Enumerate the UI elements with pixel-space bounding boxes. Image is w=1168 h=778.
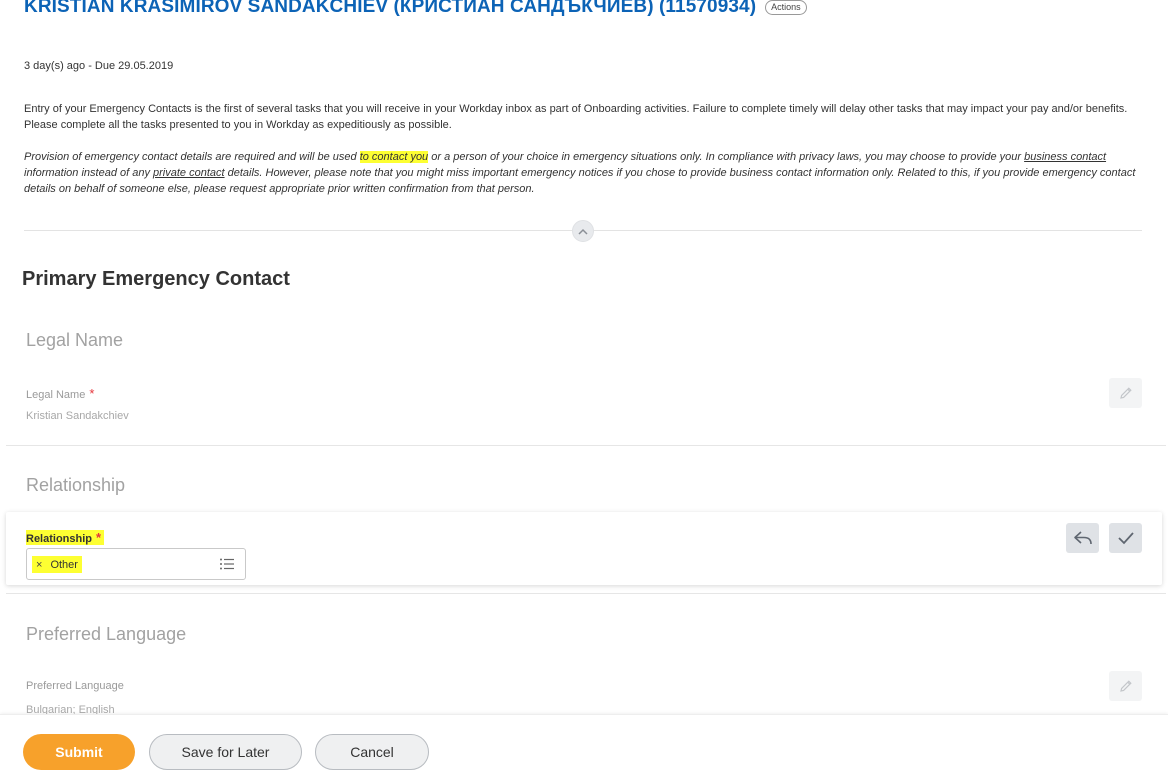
selected-relationship-pill: × Other (32, 556, 82, 573)
close-icon[interactable]: × (36, 559, 42, 571)
instructions-text: information instead of any (24, 167, 154, 179)
actions-button[interactable]: Actions (765, 0, 807, 15)
page-header: KRISTIAN KRASIMIROV SANDAKCHIEV (КРИСТИА… (24, 0, 807, 19)
separator (6, 593, 1166, 594)
section-title: Primary Emergency Contact (22, 268, 290, 290)
submit-button[interactable]: Submit (23, 734, 135, 770)
underlined-text: business contact (1024, 151, 1107, 163)
save-for-later-button[interactable]: Save for Later (149, 734, 302, 770)
relationship-prompt-field[interactable]: × Other (26, 548, 246, 580)
instructions-text: Provision of emergency contact details a… (24, 151, 360, 163)
selected-relationship-text: Other (50, 558, 78, 571)
highlighted-text: to contact you (359, 151, 429, 163)
undo-icon (1073, 531, 1092, 545)
required-marker: * (96, 530, 102, 545)
instructions-paragraph-1: Entry of your Emergency Contacts is the … (24, 103, 1128, 131)
pencil-icon (1119, 680, 1132, 692)
undo-button[interactable] (1066, 523, 1099, 553)
relationship-label-text: Relationship (26, 533, 93, 545)
list-icon[interactable] (219, 557, 235, 571)
legal-name-label: Legal Name * (26, 386, 94, 401)
cancel-button[interactable]: Cancel (315, 734, 429, 770)
confirm-button[interactable] (1109, 523, 1142, 553)
legal-name-label-text: Legal Name (26, 389, 86, 401)
instructions-paragraph-2: Provision of emergency contact details a… (24, 149, 1144, 197)
edit-preferred-language-button[interactable] (1109, 671, 1142, 701)
relationship-group-title: Relationship (26, 475, 126, 495)
preferred-language-label: Preferred Language (26, 680, 124, 692)
separator (6, 445, 1166, 446)
checkmark-icon (1117, 532, 1134, 545)
legal-name-group-title: Legal Name (26, 330, 124, 350)
edit-legal-name-button[interactable] (1109, 378, 1142, 408)
relationship-label: Relationship * (26, 530, 105, 545)
required-marker: * (89, 386, 95, 401)
page-title: KRISTIAN KRASIMIROV SANDAKCHIEV (КРИСТИА… (24, 0, 757, 17)
pencil-icon (1119, 387, 1132, 399)
legal-name-value: Kristian Sandakchiev (26, 410, 129, 422)
underlined-text: private contact (153, 167, 225, 179)
instructions-text: or a person of your choice in emergency … (428, 151, 1025, 163)
chevron-up-icon (578, 228, 588, 235)
collapse-button[interactable] (572, 220, 594, 242)
due-date-text: 3 day(s) ago - Due 29.05.2019 (24, 60, 174, 72)
preferred-language-group-title: Preferred Language (26, 624, 187, 644)
